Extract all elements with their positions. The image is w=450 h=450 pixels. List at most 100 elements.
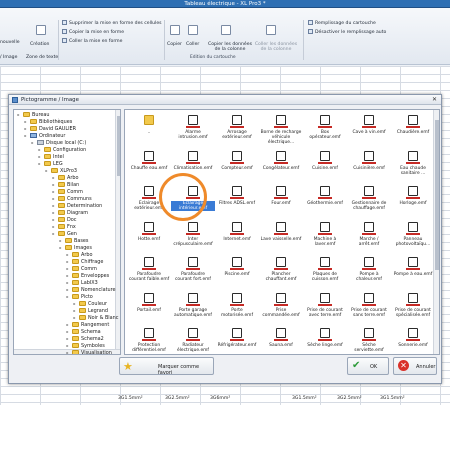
expand-icon[interactable]: ▸ — [72, 315, 77, 320]
expand-icon[interactable]: ▸ — [65, 329, 70, 334]
pictogram-item[interactable]: Horloge.emf — [391, 183, 435, 217]
pictogram-item[interactable]: Panneau photovoltaïqu... — [391, 219, 435, 253]
expand-icon[interactable]: ▸ — [16, 112, 21, 117]
expand-icon[interactable]: ▸ — [37, 147, 42, 152]
desactiver-remplissage[interactable]: Désactiver le remplissage auto — [308, 29, 386, 35]
pictogram-item[interactable]: Chaudière.emf — [391, 112, 435, 146]
coller-donnees-button[interactable]: Coller les données de la colonne — [252, 42, 300, 52]
expand-icon[interactable]: ▸ — [37, 154, 42, 159]
expand-icon[interactable]: ▸ — [72, 308, 77, 313]
pictogram-item[interactable]: Sèche linge.emf — [303, 325, 347, 354]
pictogram-item[interactable]: Sèche serviette.emf — [347, 325, 391, 354]
pictogram-item[interactable]: Machine à laver.emf — [303, 219, 347, 253]
pictogram-item[interactable]: Pompe à chaleur.emf — [347, 254, 391, 288]
cell-cable[interactable]: 3G1.5mm² — [380, 396, 405, 401]
expand-icon[interactable]: ▸ — [65, 273, 70, 278]
expand-icon[interactable]: ▸ — [30, 140, 35, 145]
expand-icon[interactable]: ▸ — [65, 322, 70, 327]
pictogram-item[interactable]: Cave à vin.emf — [347, 112, 391, 146]
tree-item[interactable]: ▸ Visualisation — [65, 349, 112, 354]
expand-icon[interactable]: ▸ — [65, 266, 70, 271]
expand-icon[interactable]: ▸ — [51, 224, 56, 229]
pictogram-item[interactable]: Piscine.emf — [215, 254, 259, 288]
expand-icon[interactable]: ▸ — [65, 280, 70, 285]
pictogram-item[interactable]: Hotte.emf — [127, 219, 171, 253]
remplissage-cartouche[interactable]: Remplissage du cartouche — [308, 20, 376, 26]
pictogram-item[interactable]: Protection différentiel.emf — [127, 325, 171, 354]
pictogram-item[interactable]: .. — [127, 112, 171, 146]
mark-favorite-button[interactable]: ★ Marquer comme favori — [119, 357, 214, 376]
cell-cable[interactable]: 3G2.5mm² — [337, 396, 362, 401]
expand-icon[interactable]: ▸ — [51, 210, 56, 215]
pictogram-item[interactable]: Eclairage intérieur.emf — [171, 183, 215, 217]
pictogram-item[interactable]: Géothermie.emf — [303, 183, 347, 217]
expand-icon[interactable]: ▸ — [65, 259, 70, 264]
pictogram-item[interactable]: Radiateur électrique.emf — [171, 325, 215, 354]
pictogram-item[interactable]: Congélateur.emf — [259, 148, 303, 182]
cell-cable[interactable]: 3G1.5mm² — [118, 396, 143, 401]
expand-icon[interactable]: ▸ — [51, 175, 56, 180]
pictogram-item[interactable]: Plancher chauffant.emf — [259, 254, 303, 288]
expand-icon[interactable]: ▸ — [51, 231, 56, 236]
expand-icon[interactable]: ▸ — [37, 161, 42, 166]
pictogram-item[interactable]: Climatisation.emf — [171, 148, 215, 182]
expand-icon[interactable]: ▸ — [58, 238, 63, 243]
pictogram-item[interactable]: Cuisine.emf — [303, 148, 347, 182]
pictogram-item[interactable]: Plaques de cuisson.emf — [303, 254, 347, 288]
cell-cable[interactable]: 3G6mm² — [210, 396, 230, 401]
expand-icon[interactable]: ▸ — [58, 245, 63, 250]
expand-icon[interactable]: ▸ — [65, 252, 70, 257]
expand-icon[interactable]: ▸ — [72, 301, 77, 306]
suppr-mise-en-forme[interactable]: Supprimer la mise en forme des cellules — [62, 20, 162, 26]
pictogram-item[interactable]: Prise de courant avec terre.emf — [303, 290, 347, 324]
close-icon[interactable]: ✕ — [430, 96, 439, 104]
pictogram-item[interactable]: Filtres ADSL.emf — [215, 183, 259, 217]
pictogram-item[interactable]: Internet.emf — [215, 219, 259, 253]
expand-icon[interactable]: ▸ — [51, 203, 56, 208]
cell-cable[interactable]: 3G2.5mm² — [165, 396, 190, 401]
pictogram-item[interactable]: Prise de courant sans terre.emf — [347, 290, 391, 324]
expand-icon[interactable]: ▸ — [44, 168, 49, 173]
expand-icon[interactable]: ▸ — [65, 287, 70, 292]
expand-icon[interactable]: ▸ — [51, 182, 56, 187]
pictogram-item[interactable]: Sonnerie.emf — [391, 325, 435, 354]
expand-icon[interactable]: ▸ — [51, 189, 56, 194]
paste-column-icon[interactable] — [266, 25, 276, 35]
copier-mise-en-forme[interactable]: Copier la mise en forme — [62, 29, 124, 35]
copy-icon[interactable] — [170, 25, 180, 35]
pictogram-item[interactable]: Porte garage automatique.emf — [171, 290, 215, 324]
pictogram-item[interactable]: Réfrigérateur.emf — [215, 325, 259, 354]
expand-icon[interactable]: ▸ — [23, 126, 28, 131]
tree-scroll-thumb[interactable] — [117, 116, 120, 176]
expand-icon[interactable]: ▸ — [65, 343, 70, 348]
pictogram-item[interactable]: Eau chaude sanitaire ... — [391, 148, 435, 182]
pictogram-item[interactable]: Inter crépusculaire.emf — [171, 219, 215, 253]
expand-icon[interactable]: ▸ — [23, 133, 28, 138]
folder-tree[interactable]: ▸ Bureau ▸ Bibliothèques ▸ David GAULIER ▸ Ordi… — [13, 109, 121, 355]
copier-donnees-button[interactable]: Copier les données de la colonne — [206, 42, 254, 52]
pictogram-item[interactable]: Portail.emf — [127, 290, 171, 324]
pictogram-item[interactable]: Eclairage extérieur.emf — [127, 183, 171, 217]
coller-mise-en-forme[interactable]: Coller la mise en forme — [62, 38, 122, 44]
pictogram-item[interactable]: Prise de courant spécialisée.emf — [391, 290, 435, 324]
pictogram-item[interactable]: Compteur.emf — [215, 148, 259, 182]
expand-icon[interactable]: ▸ — [51, 196, 56, 201]
pictogram-item[interactable]: Borne de recharge véhicule électrique... — [259, 112, 303, 146]
pictogram-item[interactable]: Prise commandée.emf — [259, 290, 303, 324]
ok-button[interactable]: ✔ OK — [347, 357, 389, 375]
expand-icon[interactable]: ▸ — [23, 119, 28, 124]
expand-icon[interactable]: ▸ — [65, 350, 70, 354]
pictogram-item[interactable]: Cuisinière.emf — [347, 148, 391, 182]
pictogram-item[interactable]: Sauna.emf — [259, 325, 303, 354]
creation-icon[interactable] — [36, 25, 46, 35]
pictogram-item[interactable]: Porte motorisée.emf — [215, 290, 259, 324]
pictogram-item[interactable]: Gestionnaire de chauffage.emf — [347, 183, 391, 217]
expand-icon[interactable]: ▸ — [65, 336, 70, 341]
pictogram-grid[interactable]: .. Alarme intrusion.emf Arrosage extérieur… — [124, 109, 440, 355]
cell-cable[interactable]: 3G1.5mm² — [292, 396, 317, 401]
copy-column-icon[interactable] — [221, 25, 231, 35]
pictogram-item[interactable]: Four.emf — [259, 183, 303, 217]
coller-button[interactable]: Coller — [186, 42, 199, 47]
pictogram-item[interactable]: Box opérateur.emf — [303, 112, 347, 146]
pictogram-item[interactable]: Parafoudre courant fort.emf — [171, 254, 215, 288]
